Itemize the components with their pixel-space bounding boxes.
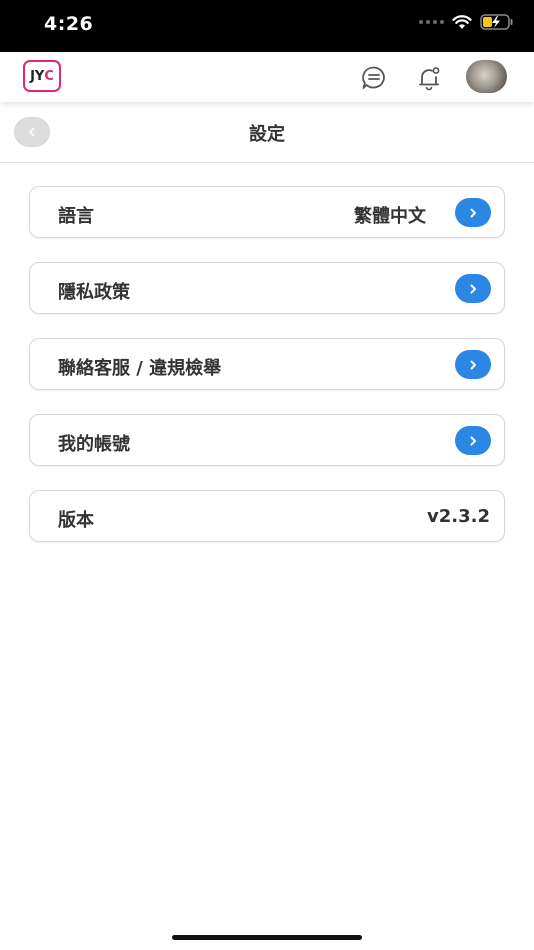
settings-item-contact-support[interactable]: 聯絡客服 / 違規檢舉 <box>29 338 505 390</box>
chevron-right-button[interactable] <box>455 426 491 455</box>
signal-icon <box>419 20 444 24</box>
battery-charging-icon <box>480 14 513 30</box>
chevron-right-icon <box>470 360 476 369</box>
wifi-icon <box>452 14 472 29</box>
chevron-right-button[interactable] <box>455 198 491 227</box>
logo-text: JY <box>30 68 45 84</box>
version-value: v2.3.2 <box>427 506 490 527</box>
chat-icon[interactable] <box>361 65 387 91</box>
page-title: 設定 <box>249 124 285 145</box>
logo-text-accent: C <box>44 68 54 84</box>
settings-item-label: 語言 <box>58 206 94 227</box>
settings-list: 語言 繁體中文 隱私政策 聯絡客服 / 違規檢舉 我的帳號 版本 v2.3.2 <box>29 186 505 566</box>
chevron-right-icon <box>470 284 476 293</box>
chevron-right-icon <box>470 208 476 217</box>
chevron-right-button[interactable] <box>455 274 491 303</box>
chevron-right-button[interactable] <box>455 350 491 379</box>
status-bar: 4:26 <box>0 0 534 52</box>
settings-item-label: 我的帳號 <box>58 434 130 455</box>
app-logo[interactable]: JY C <box>23 60 61 92</box>
app-header: JY C <box>0 52 534 102</box>
settings-item-label: 隱私政策 <box>58 282 130 303</box>
avatar[interactable] <box>466 60 507 93</box>
settings-item-label: 聯絡客服 / 違規檢舉 <box>58 358 222 379</box>
settings-item-my-account[interactable]: 我的帳號 <box>29 414 505 466</box>
home-indicator[interactable] <box>172 935 362 940</box>
settings-item-privacy-policy[interactable]: 隱私政策 <box>29 262 505 314</box>
status-time: 4:26 <box>44 13 94 35</box>
settings-item-label: 版本 <box>58 510 94 531</box>
chevron-right-icon <box>470 436 476 445</box>
settings-item-value: 繁體中文 <box>354 206 426 227</box>
status-icons <box>419 14 514 30</box>
nav-bar: 設定 <box>0 102 534 163</box>
settings-item-language[interactable]: 語言 繁體中文 <box>29 186 505 238</box>
bell-icon[interactable] <box>416 65 442 91</box>
settings-item-version: 版本 v2.3.2 <box>29 490 505 542</box>
